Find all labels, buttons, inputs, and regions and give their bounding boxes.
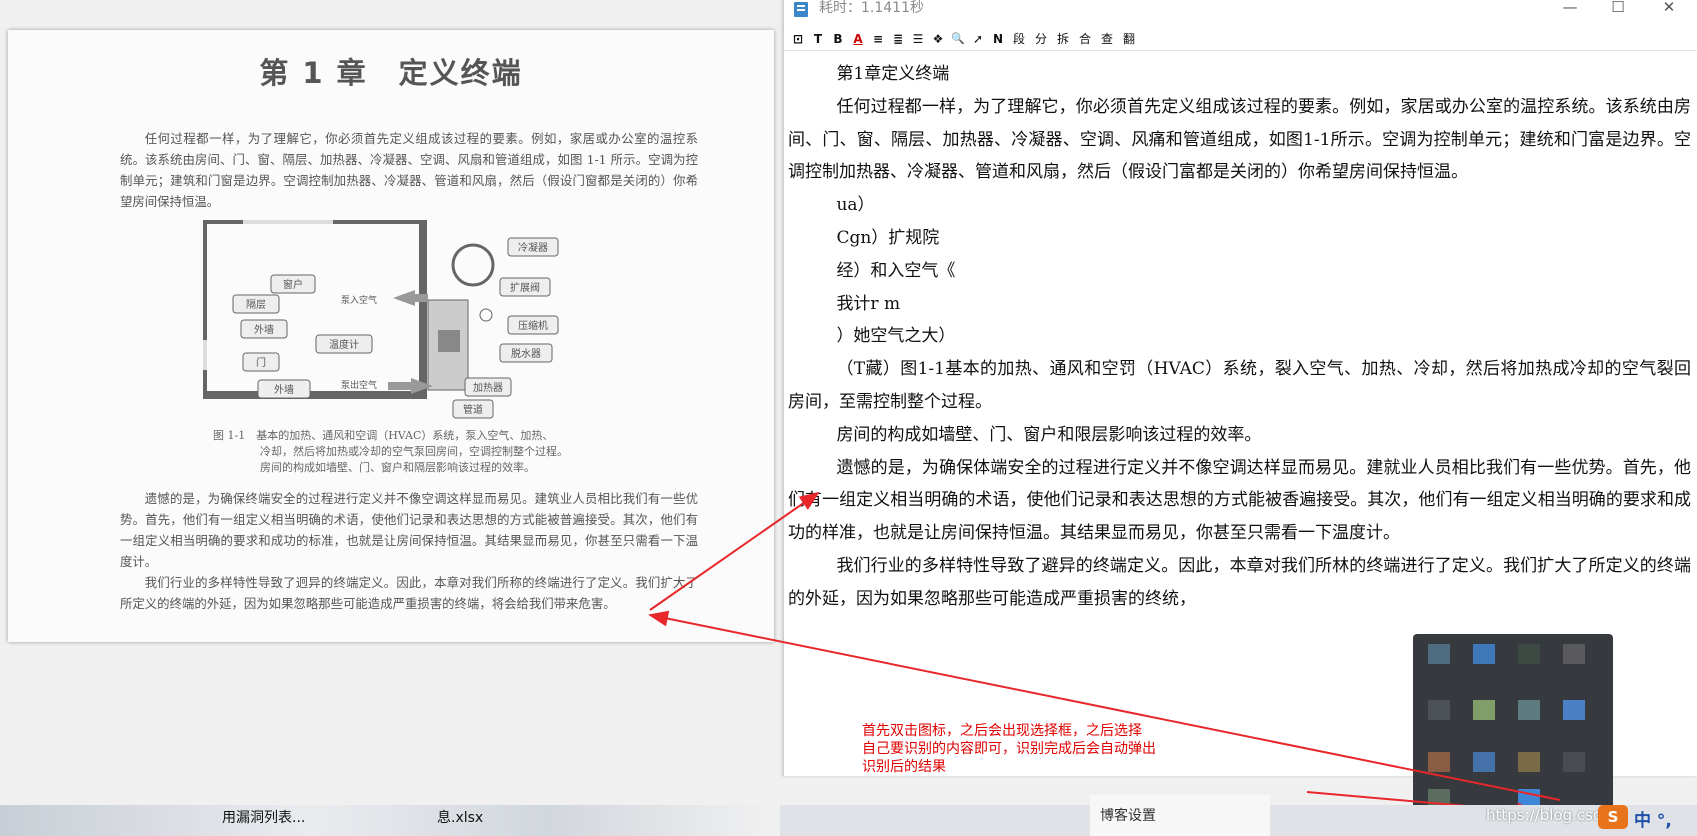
taskbar-thumbnails	[0, 805, 780, 836]
annotation-arrows	[648, 491, 1561, 819]
ime-logo-icon[interactable]: S	[1598, 805, 1628, 829]
taskbar-item-vuln-list[interactable]: 用漏洞列表...	[222, 807, 305, 827]
taskbar-item-xlsx[interactable]: 息.xlsx	[437, 807, 483, 827]
annotation-line-3: 识别后的结果	[862, 759, 946, 775]
annotation-line-2: 自己要识别的内容即可，识别完成后会自动弹出	[862, 741, 1156, 757]
arrow-to-ocr-text	[649, 491, 820, 611]
instruction-annotation: 首先双击图标，之后会出现选择框，之后选择 自己要识别的内容即可，识别完成后会自动…	[862, 722, 1202, 776]
url-watermark: https://blog.csdn	[1486, 806, 1613, 824]
annotation-line-1: 首先双击图标，之后会出现选择框，之后选择	[862, 723, 1142, 739]
blog-settings-link[interactable]: 博客设置	[1100, 805, 1156, 825]
ime-status[interactable]: 中 °,	[1634, 806, 1672, 831]
